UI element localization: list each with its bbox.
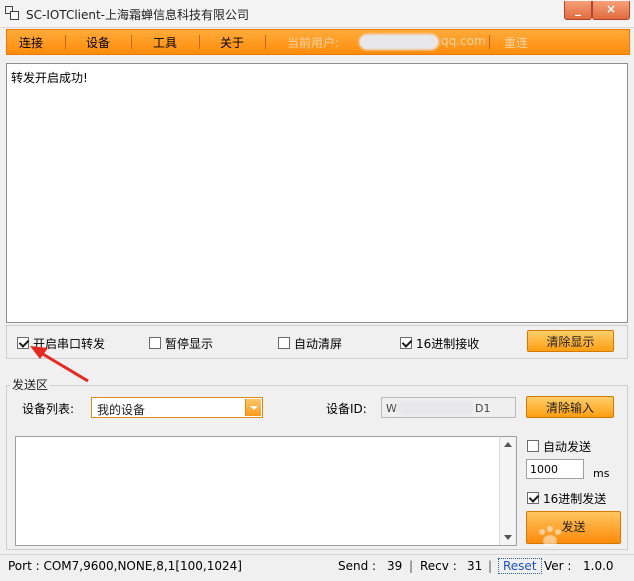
hex-receive-label: 16进制接收	[416, 337, 480, 351]
interval-unit: ms	[593, 467, 610, 480]
port-status: Port : COM7,9600,NONE,8,1[100,1024]	[8, 559, 242, 573]
menu-separator	[65, 35, 66, 49]
device-select[interactable]: 我的设备	[91, 397, 263, 418]
chevron-down-icon[interactable]	[245, 399, 261, 416]
send-input-area[interactable]	[15, 436, 517, 546]
menu-device[interactable]: 设备	[86, 34, 110, 51]
scroll-up-icon[interactable]	[504, 442, 512, 447]
pause-display-checkbox[interactable]	[149, 337, 161, 349]
window-title: SC-IOTClient-上海霜蝉信息科技有限公司	[26, 8, 250, 22]
device-select-value: 我的设备	[97, 403, 146, 417]
receive-options-bar: 开启串口转发 暂停显示 自动清屏 16进制接收 清除显示	[6, 325, 628, 359]
status-separator: |	[409, 559, 414, 573]
send-button[interactable]: 发送	[526, 511, 621, 544]
title-bar: SC-IOTClient-上海霜蝉信息科技有限公司 _ ×	[0, 0, 634, 28]
status-separator: |	[488, 559, 493, 573]
hex-receive-checkbox[interactable]	[400, 337, 412, 349]
device-id-value-end: D1	[475, 402, 491, 415]
reset-link[interactable]: Reset	[498, 558, 542, 574]
menu-bar: 连接 设备 工具 关于 当前用户: qq.com 重连	[6, 29, 630, 55]
current-user-label: 当前用户:	[287, 36, 340, 50]
recv-count-label: Recv :	[420, 559, 457, 573]
pause-display-label: 暂停显示	[165, 337, 214, 351]
send-count-value: 39	[387, 559, 403, 573]
menu-tools[interactable]: 工具	[153, 34, 177, 51]
scroll-down-icon[interactable]	[504, 535, 512, 540]
send-input-scrollbar[interactable]	[499, 437, 516, 545]
current-user-value: qq.com	[441, 34, 486, 48]
close-icon: ×	[605, 2, 617, 16]
send-count-label: Send :	[338, 559, 377, 573]
status-bar: Port : COM7,9600,NONE,8,1[100,1024] Send…	[0, 554, 634, 581]
minimize-icon: _	[575, 2, 581, 16]
auto-send-checkbox[interactable]	[527, 440, 539, 452]
menu-separator	[489, 35, 490, 49]
send-interval-input[interactable]	[526, 459, 584, 479]
auto-clear-checkbox[interactable]	[278, 337, 290, 349]
device-id-field[interactable]: W D1	[381, 397, 516, 418]
menu-separator	[199, 35, 200, 49]
minimize-button[interactable]: _	[564, 1, 592, 20]
menu-connect[interactable]: 连接	[19, 34, 43, 51]
device-list-label: 设备列表:	[22, 402, 75, 416]
recv-count-value: 31	[467, 559, 483, 573]
app-icon	[5, 6, 19, 20]
device-id-label: 设备ID:	[326, 402, 367, 416]
version-value: 1.0.0	[583, 559, 614, 573]
close-button[interactable]: ×	[592, 1, 630, 20]
clear-display-button[interactable]: 清除显示	[527, 330, 614, 352]
redacted-device-id	[396, 401, 474, 415]
log-line: 转发开启成功!	[11, 71, 88, 85]
receive-log-area[interactable]: 转发开启成功!	[6, 63, 628, 323]
hex-send-label: 16进制发送	[543, 492, 607, 506]
menu-reconnect[interactable]: 重连	[504, 34, 528, 51]
version-label: Ver :	[544, 559, 572, 573]
hex-send-checkbox[interactable]	[527, 492, 539, 504]
menu-separator	[131, 35, 132, 49]
menu-about[interactable]: 关于	[220, 34, 244, 51]
auto-send-label: 自动发送	[543, 440, 592, 454]
send-area-title: 发送区	[10, 376, 51, 393]
menu-separator	[265, 35, 266, 49]
redacted-user	[359, 34, 439, 50]
auto-clear-label: 自动清屏	[294, 337, 343, 351]
clear-input-button[interactable]: 清除输入	[526, 396, 614, 418]
